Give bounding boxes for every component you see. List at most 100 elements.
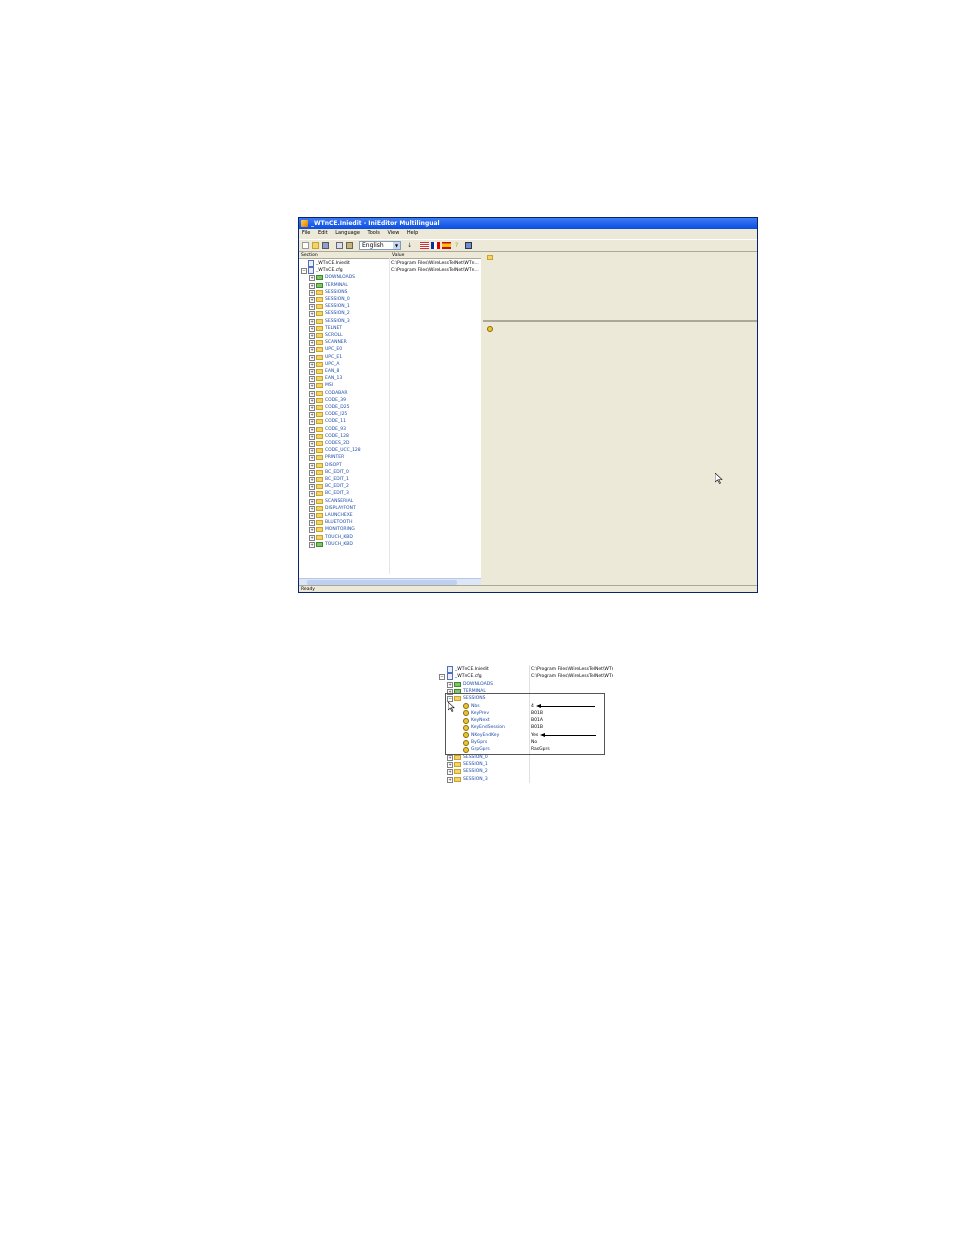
exit-icon[interactable] [465, 242, 472, 249]
detail-row-section[interactable]: + DOWNLOADS [437, 681, 529, 688]
expand-icon[interactable]: + [309, 441, 315, 447]
tree-row-file[interactable]: − _WTnCE.cfg C:\Program Files\WireLessTelN… [299, 267, 481, 275]
expand-icon[interactable]: + [309, 505, 315, 512]
expand-icon[interactable]: + [309, 455, 315, 462]
section-tree-pane[interactable]: Section Value _WTnCE.Iniedit C:\Program F… [299, 252, 483, 586]
collapse-icon[interactable]: − [439, 674, 445, 681]
detail-row-section[interactable]: + SESSION_1 [437, 761, 529, 768]
tree-row-section[interactable]: + BC_EDIT_3 [299, 490, 389, 498]
expand-icon[interactable]: + [309, 513, 315, 519]
expand-icon[interactable]: + [309, 318, 315, 325]
tree-row-section[interactable]: + SESSION_2 [299, 310, 389, 318]
tree-row-section[interactable]: + UPC_E0 [299, 346, 389, 354]
title-bar[interactable]: _WTnCE.Iniedit - IniEditor Multilingual [299, 218, 757, 229]
menu-help[interactable]: Help [407, 229, 418, 238]
expand-icon[interactable]: + [309, 311, 315, 318]
tree-row-section[interactable]: + SCANSERIAL [299, 498, 389, 505]
tree-row-section[interactable]: + DISPLAYFONT [299, 505, 389, 512]
expand-icon[interactable]: + [309, 405, 315, 411]
tree-row-section[interactable]: + SESSIONS [299, 289, 389, 296]
menu-file[interactable]: File [302, 229, 310, 238]
flag-us-icon[interactable] [420, 242, 429, 249]
tree-row-section[interactable]: + SESSION_3 [299, 318, 389, 325]
sort-icon[interactable]: ↓ [407, 242, 414, 249]
tree-row-section[interactable]: + CODES_2D [299, 440, 389, 447]
tree-row-section[interactable]: + UPC_E1 [299, 354, 389, 361]
expand-icon[interactable]: + [309, 491, 315, 498]
menu-edit[interactable]: Edit [318, 229, 328, 238]
expand-icon[interactable]: + [309, 376, 315, 383]
tree-row-section[interactable]: + BC_EDIT_2 [299, 483, 389, 491]
help-icon[interactable]: ? [455, 242, 462, 249]
expand-icon[interactable]: + [309, 383, 315, 390]
expand-icon[interactable]: + [309, 397, 315, 404]
chevron-down-icon[interactable]: ▼ [393, 242, 400, 249]
tree-row-section[interactable]: + CODE_UCC_128 [299, 447, 389, 455]
expand-icon[interactable]: + [309, 477, 315, 483]
expand-icon[interactable]: + [309, 433, 315, 440]
expand-icon[interactable]: + [309, 484, 315, 491]
expand-icon[interactable]: + [447, 761, 453, 768]
tree-row-section[interactable]: + TOUCH_KBD [299, 534, 389, 541]
tree-row-section[interactable]: + CODE_11 [299, 418, 389, 426]
tree-row-section[interactable]: + UPC_A [299, 361, 389, 368]
expand-icon[interactable]: + [309, 325, 315, 332]
tree-row-section[interactable]: + CODE_39 [299, 397, 389, 404]
section-detail-pane[interactable] [483, 252, 757, 322]
expand-icon[interactable]: + [309, 347, 315, 354]
tree-row-section[interactable]: + TOUCH_KBD [299, 541, 389, 548]
expand-icon[interactable]: + [309, 361, 315, 368]
collapse-icon[interactable]: − [301, 268, 307, 275]
tree-row-section[interactable]: + LAUNCHEXE [299, 512, 389, 519]
language-select[interactable]: English ▼ [359, 241, 401, 250]
expand-icon[interactable]: + [309, 275, 315, 282]
tree-row-section[interactable]: + SESSION_1 [299, 303, 389, 311]
expand-icon[interactable]: + [447, 776, 453, 783]
tree-row-section[interactable]: + SESSION_0 [299, 296, 389, 303]
detail-row-file[interactable]: _WTnCE.Iniedit C:\Program Files\WireLessT… [437, 666, 613, 673]
flag-es-icon[interactable] [442, 242, 451, 249]
expand-icon[interactable]: + [309, 469, 315, 476]
expand-icon[interactable]: + [309, 340, 315, 347]
tree-row-section[interactable]: + CODABAR [299, 390, 389, 397]
expand-icon[interactable]: + [309, 297, 315, 303]
tree-row-section[interactable]: + SCROLL [299, 332, 389, 339]
save-icon[interactable] [322, 242, 329, 249]
expand-icon[interactable]: + [309, 282, 315, 289]
copy-icon[interactable] [336, 242, 343, 249]
column-header-section[interactable]: Section [299, 252, 389, 259]
tree-row-section[interactable]: + DOWNLOADS [299, 274, 389, 282]
expand-icon[interactable]: + [447, 769, 453, 776]
tree-row-section[interactable]: + CODE_93 [299, 426, 389, 433]
paste-icon[interactable] [346, 242, 353, 249]
expand-icon[interactable]: + [309, 448, 315, 455]
expand-icon[interactable]: + [309, 369, 315, 375]
tree-row-section[interactable]: + TELNET [299, 325, 389, 332]
tree-row-section[interactable]: + BC_EDIT_0 [299, 469, 389, 476]
flag-fr-icon[interactable] [431, 242, 440, 249]
key-list-pane[interactable] [483, 323, 757, 586]
tree-row-section[interactable]: + EAN_13 [299, 375, 389, 383]
tree-row-section[interactable]: + MONITORING [299, 526, 389, 534]
menu-tools[interactable]: Tools [368, 229, 380, 238]
expand-icon[interactable]: + [447, 681, 453, 688]
expand-icon[interactable]: + [309, 354, 315, 361]
tree-row-section[interactable]: + BLUETOOTH [299, 519, 389, 527]
expand-icon[interactable]: + [309, 333, 315, 339]
expand-icon[interactable]: + [309, 419, 315, 426]
expand-icon[interactable]: + [447, 754, 453, 761]
expand-icon[interactable]: + [309, 498, 315, 505]
tree-row-section[interactable]: + DISOPT [299, 462, 389, 469]
menu-language[interactable]: Language [335, 229, 360, 238]
expand-icon[interactable]: + [309, 541, 315, 548]
tree-row-file[interactable]: _WTnCE.Iniedit C:\Program Files\WireLessT… [299, 260, 481, 267]
tree-row-section[interactable]: + BC_EDIT_1 [299, 476, 389, 483]
expand-icon[interactable]: + [309, 390, 315, 397]
expand-icon[interactable]: + [309, 426, 315, 433]
tree-row-section[interactable]: + CODE_I25 [299, 411, 389, 419]
expand-icon[interactable]: + [309, 304, 315, 311]
expand-icon[interactable]: + [309, 527, 315, 534]
tree-row-section[interactable]: + EAN_8 [299, 368, 389, 375]
open-folder-icon[interactable] [312, 242, 319, 249]
detail-row-file[interactable]: − _WTnCE.cfg C:\Program Files\WireLessTelN… [437, 673, 613, 681]
